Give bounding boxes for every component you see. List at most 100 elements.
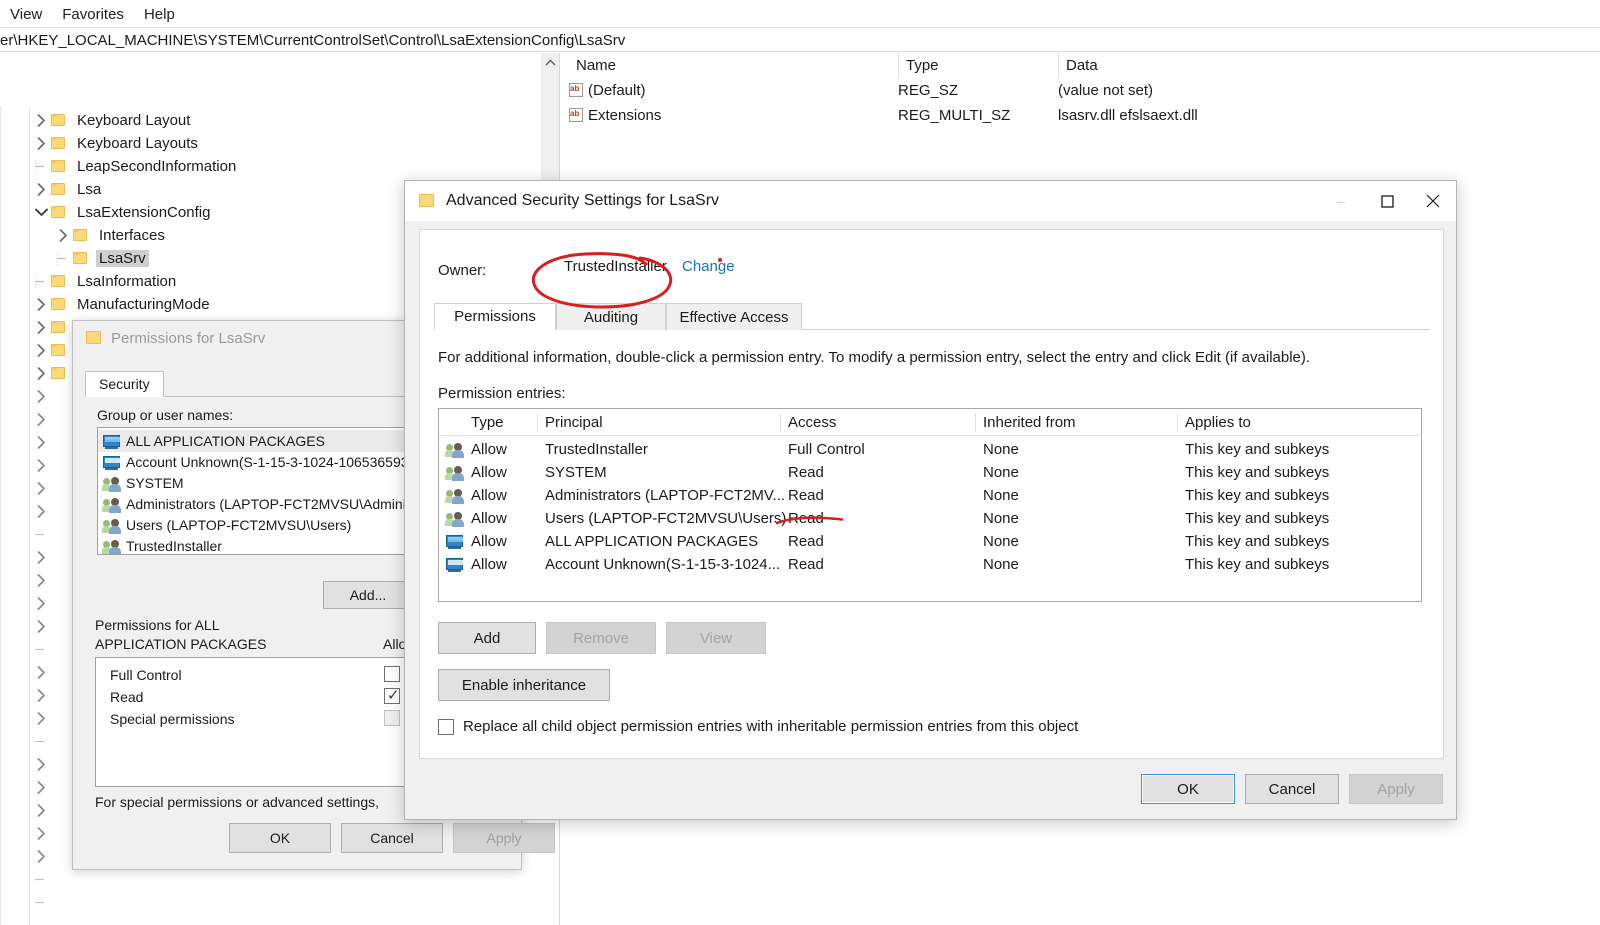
permissions-ok-button[interactable]: OK xyxy=(229,823,331,853)
chevron-right-icon[interactable] xyxy=(32,293,50,316)
owner-change-link[interactable]: Change xyxy=(682,258,735,275)
tree-item-keyboard-layouts[interactable]: Keyboard Layouts xyxy=(32,132,201,155)
chevron-right-icon[interactable] xyxy=(32,316,50,339)
permission-entry-row[interactable]: Allow ALL APPLICATION PACKAGES Read None Thi… xyxy=(439,530,1421,553)
chevron-right-icon[interactable] xyxy=(32,776,50,799)
chevron-right-icon[interactable] xyxy=(32,132,50,155)
value-data[interactable]: lsasrv.dll efslsaext.dll xyxy=(1058,103,1558,128)
value-row[interactable]: ab Extensions REG_MULTI_SZ lsasrv.dll efsls… xyxy=(560,103,1600,128)
grid-col-sep-2[interactable] xyxy=(780,413,781,432)
entry-icon-cell xyxy=(445,553,469,576)
chevron-right-icon[interactable] xyxy=(32,661,50,684)
grid-col-access[interactable]: Access xyxy=(788,409,836,436)
chevron-right-icon[interactable] xyxy=(32,569,50,592)
chevron-right-icon[interactable] xyxy=(32,684,50,707)
group-user-name: Users (LAPTOP-FCT2MVSU\Users) xyxy=(126,517,352,533)
view-entry-button[interactable]: View xyxy=(666,622,766,654)
chevron-right-icon[interactable] xyxy=(32,477,50,500)
permission-entry-row[interactable]: Allow Administrators (LAPTOP-FCT2MV... Rea… xyxy=(439,484,1421,507)
tab-permissions[interactable]: Permissions xyxy=(434,303,556,330)
permissions-cancel-button[interactable]: Cancel xyxy=(341,823,443,853)
tree-item-lsaextensionconfig[interactable]: LsaExtensionConfig xyxy=(32,201,213,224)
chevron-right-icon[interactable] xyxy=(32,546,50,569)
advanced-dialog-titlebar[interactable]: Advanced Security Settings for LsaSrv – xyxy=(405,181,1456,221)
grid-col-sep-3[interactable] xyxy=(975,413,976,432)
grid-col-sep-4[interactable] xyxy=(1177,413,1178,432)
tree-item-manufacturingmode[interactable]: ManufacturingMode xyxy=(32,293,213,316)
tree-item-label: Lsa xyxy=(77,181,102,198)
value-data[interactable]: (value not set) xyxy=(1058,78,1558,103)
entry-icon-cell xyxy=(445,461,469,484)
grid-col-type[interactable]: Type xyxy=(471,409,504,436)
add-button[interactable]: Add... xyxy=(323,581,413,609)
value-type[interactable]: REG_MULTI_SZ xyxy=(898,103,1058,128)
chevron-right-icon[interactable] xyxy=(32,799,50,822)
values-col-name[interactable]: Name xyxy=(568,53,898,78)
scroll-up-icon[interactable] xyxy=(541,53,559,71)
permission-entry-row[interactable]: Allow SYSTEM Read None This key and subkeys xyxy=(439,461,1421,484)
value-row[interactable]: ab (Default) REG_SZ (value not set) xyxy=(560,78,1600,103)
chevron-right-icon[interactable] xyxy=(32,500,50,523)
values-col-data[interactable]: Data xyxy=(1058,53,1458,78)
maximize-icon[interactable] xyxy=(1364,181,1410,221)
user-group-icon xyxy=(445,510,465,527)
chevron-right-icon[interactable] xyxy=(32,822,50,845)
remove-entry-button[interactable]: Remove xyxy=(546,622,656,654)
permission-entry-row[interactable]: Allow Account Unknown(S-1-15-3-1024... Rea… xyxy=(439,553,1421,576)
value-name-cell[interactable]: ab (Default) xyxy=(568,78,898,103)
close-icon[interactable] xyxy=(1410,181,1456,221)
permission-entry-row[interactable]: Allow Users (LAPTOP-FCT2MVSU\Users) Read No… xyxy=(439,507,1421,530)
chevron-right-icon[interactable] xyxy=(32,454,50,477)
permission-entry-row[interactable]: Allow TrustedInstaller Full Control None Thi… xyxy=(439,438,1421,461)
chevron-right-icon[interactable] xyxy=(32,707,50,730)
chevron-right-icon[interactable] xyxy=(32,753,50,776)
grid-col-applies[interactable]: Applies to xyxy=(1185,409,1251,436)
tree-gutter-outer xyxy=(0,106,1,925)
tab-auditing[interactable]: Auditing xyxy=(556,303,666,330)
replace-child-permissions-checkbox[interactable] xyxy=(438,718,454,735)
tree-item-lsasrv[interactable]: LsaSrv xyxy=(54,247,149,270)
chevron-right-icon[interactable] xyxy=(32,431,50,454)
chevron-right-icon[interactable] xyxy=(32,178,50,201)
tree-item-lsa[interactable]: Lsa xyxy=(32,178,104,201)
advanced-ok-button[interactable]: OK xyxy=(1141,774,1235,804)
value-type[interactable]: REG_SZ xyxy=(898,78,1058,103)
chevron-right-icon[interactable] xyxy=(32,385,50,408)
tree-item-lsainformation[interactable]: LsaInformation xyxy=(32,270,179,293)
replace-child-permissions-row[interactable]: Replace all child object permission entr… xyxy=(438,718,1078,735)
tree-item-interfaces[interactable]: Interfaces xyxy=(54,224,168,247)
chevron-right-icon[interactable] xyxy=(54,224,72,247)
grid-col-inherited[interactable]: Inherited from xyxy=(983,409,1076,436)
allow-checkbox-disabled xyxy=(384,710,400,726)
chevron-right-icon[interactable] xyxy=(32,845,50,868)
chevron-right-icon[interactable] xyxy=(32,339,50,362)
tab-security[interactable]: Security xyxy=(85,371,164,397)
enable-inheritance-button[interactable]: Enable inheritance xyxy=(438,669,610,701)
chevron-right-icon[interactable] xyxy=(32,615,50,638)
minimize-icon[interactable]: – xyxy=(1318,181,1364,221)
allow-checkbox-checked[interactable]: ✓ xyxy=(384,687,400,704)
chevron-right-icon[interactable] xyxy=(32,109,50,132)
chevron-right-icon[interactable] xyxy=(32,408,50,431)
menu-item-favorites[interactable]: Favorites xyxy=(60,4,126,25)
permission-entries-grid[interactable]: Type Principal Access Inherited from App… xyxy=(438,408,1422,602)
tab-effective-access[interactable]: Effective Access xyxy=(666,303,802,330)
chevron-right-icon[interactable] xyxy=(32,592,50,615)
advanced-apply-button[interactable]: Apply xyxy=(1349,774,1443,804)
tree-item-keyboard-layout[interactable]: Keyboard Layout xyxy=(32,109,193,132)
grid-col-sep-1[interactable] xyxy=(537,413,538,432)
menu-item-view[interactable]: View xyxy=(8,4,44,25)
values-col-type[interactable]: Type xyxy=(898,53,1058,78)
add-entry-button[interactable]: Add xyxy=(438,622,536,654)
menu-item-help[interactable]: Help xyxy=(142,4,177,25)
address-bar[interactable]: er\HKEY_LOCAL_MACHINE\SYSTEM\CurrentCont… xyxy=(0,29,1600,51)
grid-col-principal[interactable]: Principal xyxy=(545,409,603,436)
chevron-right-icon[interactable] xyxy=(32,362,50,385)
allow-checkbox-unchecked[interactable] xyxy=(384,666,400,682)
tree-item-leapsecondinformation[interactable]: LeapSecondInformation xyxy=(32,155,239,178)
advanced-cancel-button[interactable]: Cancel xyxy=(1245,774,1339,804)
value-name-cell[interactable]: ab Extensions xyxy=(568,103,898,128)
chevron-down-icon[interactable] xyxy=(32,201,50,224)
advanced-security-settings-dialog[interactable]: Advanced Security Settings for LsaSrv – … xyxy=(404,180,1457,820)
permissions-apply-button[interactable]: Apply xyxy=(453,823,555,853)
